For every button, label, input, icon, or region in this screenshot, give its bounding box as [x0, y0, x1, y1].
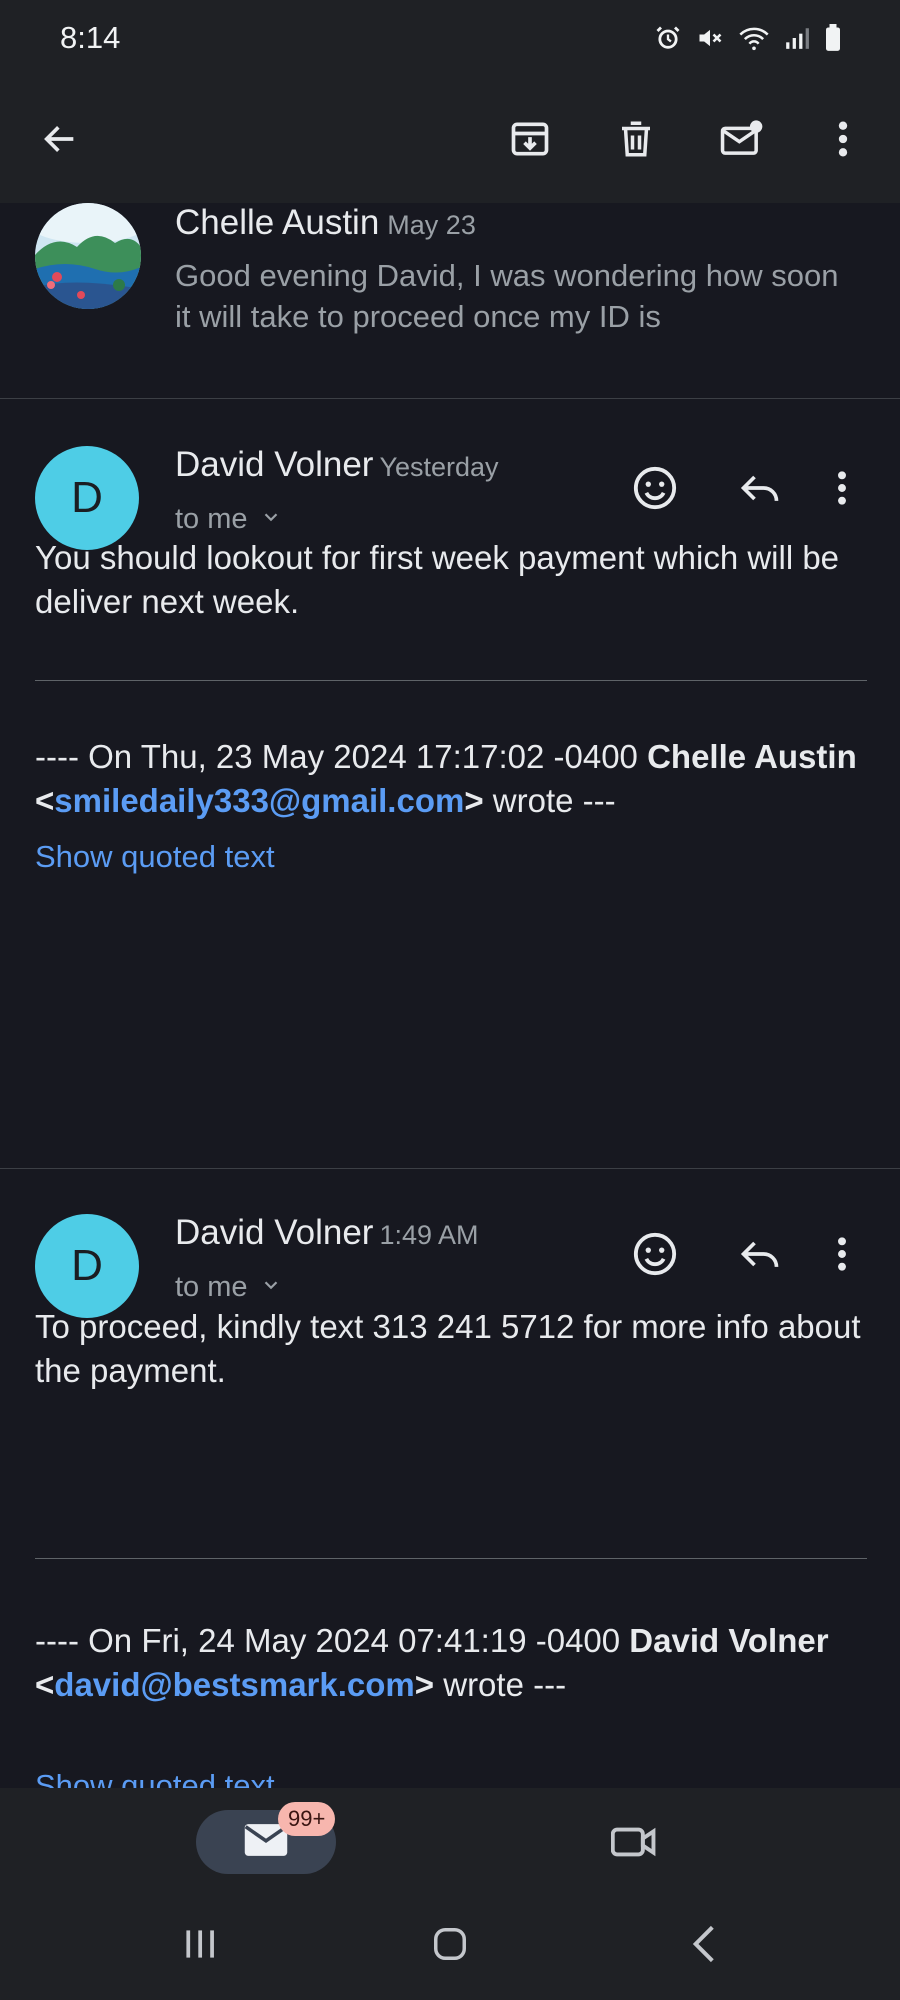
- sender-name: David Volner: [175, 445, 374, 484]
- quote-email-link[interactable]: david@bestsmark.com: [54, 1666, 415, 1703]
- gmail-thread-screen: 8:14 Chelle Austin May 23 Good evening D…: [0, 0, 900, 2000]
- quote-suffix: wrote ---: [434, 1666, 567, 1703]
- quote-email-link[interactable]: smiledaily333@gmail.com: [54, 782, 464, 819]
- collapsed-date: May 23: [387, 210, 476, 240]
- sender-name: David Volner: [175, 1213, 374, 1252]
- more-vert-icon[interactable]: [805, 101, 881, 177]
- bottom-navigation: 99+: [0, 1788, 900, 1888]
- chevron-down-icon: [260, 503, 282, 536]
- unread-count-badge: 99+: [278, 1802, 336, 1836]
- message-more-icon[interactable]: [822, 458, 862, 518]
- collapsed-sender: Chelle Austin May 23: [175, 203, 476, 243]
- message-body: To proceed, kindly text 313 241 5712 for…: [35, 1308, 861, 1389]
- message-1: D David Volner Yesterday to me You should…: [0, 399, 900, 969]
- message-sender: David Volner Yesterday: [175, 445, 499, 485]
- quote-name: Chelle Austin: [647, 738, 857, 775]
- battery-icon: [824, 24, 842, 52]
- chevron-down-icon: [260, 1271, 282, 1304]
- recipient-details[interactable]: to me: [175, 503, 282, 536]
- app-bar: [0, 75, 900, 203]
- reply-icon[interactable]: [730, 1224, 790, 1284]
- collapsed-sender-name: Chelle Austin: [175, 203, 380, 242]
- wifi-icon: [738, 24, 770, 52]
- quote-gt: >: [464, 782, 484, 819]
- delete-icon[interactable]: [598, 101, 674, 177]
- show-quoted-text-link[interactable]: Show quoted text: [35, 1768, 275, 1788]
- emoji-reaction-icon[interactable]: [625, 1224, 685, 1284]
- show-quoted-text-link[interactable]: Show quoted text: [35, 839, 275, 875]
- signal-icon: [784, 25, 810, 51]
- quote-header: ---- On Thu, 23 May 2024 17:17:02 -0400 …: [35, 735, 865, 823]
- status-bar: 8:14: [0, 0, 900, 75]
- avatar[interactable]: D: [35, 446, 139, 550]
- quote-name: David Volner: [629, 1622, 829, 1659]
- collapsed-snippet: Good evening David, I was wondering how …: [175, 258, 839, 334]
- avatar: [35, 203, 141, 309]
- recipient-details[interactable]: to me: [175, 1271, 282, 1304]
- recipient-label: to me: [175, 503, 248, 535]
- video-icon[interactable]: [602, 1810, 666, 1874]
- message-thread: Chelle Austin May 23 Good evening David, …: [0, 203, 900, 1788]
- recents-icon[interactable]: [170, 1914, 230, 1974]
- divider: [35, 1558, 867, 1559]
- alarm-icon: [654, 24, 682, 52]
- collapsed-message[interactable]: Chelle Austin May 23 Good evening David, …: [0, 203, 900, 399]
- status-time: 8:14: [60, 20, 121, 55]
- quote-gt: >: [414, 1666, 435, 1703]
- back-icon[interactable]: [22, 101, 98, 177]
- mark-unread-icon[interactable]: [704, 101, 780, 177]
- quote-header: ---- On Fri, 24 May 2024 07:41:19 -0400 …: [35, 1619, 865, 1707]
- quote-prefix: ---- On Fri, 24 May 2024 07:41:19 -0400: [35, 1622, 630, 1659]
- quote-lt: <: [35, 1666, 55, 1703]
- emoji-reaction-icon[interactable]: [625, 458, 685, 518]
- home-icon[interactable]: [420, 1914, 480, 1974]
- message-sender: David Volner 1:49 AM: [175, 1213, 479, 1253]
- archive-icon[interactable]: [492, 101, 568, 177]
- reply-icon[interactable]: [730, 458, 790, 518]
- back-nav-icon[interactable]: [674, 1914, 734, 1974]
- divider: [35, 680, 867, 681]
- message-time: 1:49 AM: [379, 1220, 479, 1250]
- avatar[interactable]: D: [35, 1214, 139, 1318]
- message-time: Yesterday: [379, 452, 499, 482]
- recipient-label: to me: [175, 1271, 248, 1303]
- quote-prefix: ---- On Thu, 23 May 2024 17:17:02 -0400: [35, 738, 648, 775]
- system-navigation: [0, 1888, 900, 2000]
- message-more-icon[interactable]: [822, 1224, 862, 1284]
- quote-lt: <: [35, 782, 55, 819]
- message-body: You should lookout for first week paymen…: [35, 539, 840, 620]
- status-icons: [654, 24, 842, 52]
- mute-icon: [696, 24, 724, 52]
- quote-suffix: wrote ---: [483, 782, 616, 819]
